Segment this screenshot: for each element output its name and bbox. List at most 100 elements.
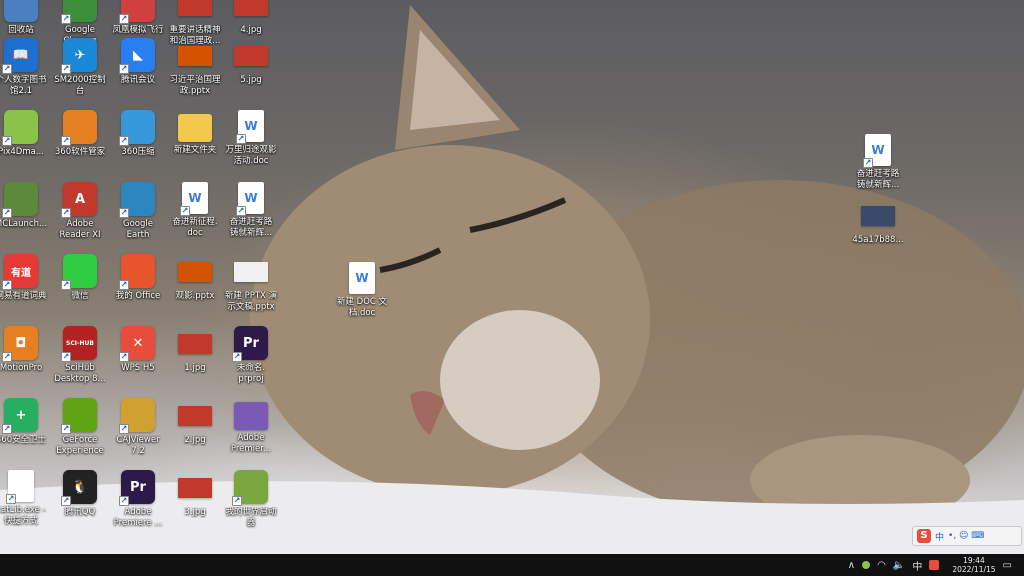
chrome-icon: ↗ bbox=[61, 0, 97, 24]
desktop-icon-unnamed-prproj[interactable]: Pr ↗ 未命名. prproj bbox=[216, 326, 286, 398]
desktop-icon-wanli-doc[interactable]: W ↗ 万里归途观影 活动.doc bbox=[216, 110, 286, 182]
img-45a17b-icon bbox=[861, 206, 895, 226]
shortcut-arrow-icon: ↗ bbox=[2, 64, 12, 74]
system-tray: ∧ ◠ 🔈 中 19:44 2022/11/15 ▭ bbox=[848, 556, 1024, 574]
catlib-icon: ↗ bbox=[6, 470, 34, 504]
fenjin-road-2-icon: W ↗ bbox=[863, 134, 891, 168]
xijinping-pptx-icon bbox=[178, 46, 212, 66]
img-45a17b-label: 45a17b88... bbox=[852, 235, 904, 245]
desktop-icon-minecraft[interactable]: ↗ 我的世界启动 器 bbox=[216, 470, 286, 542]
my-office-icon: ↗ bbox=[119, 254, 155, 290]
fenjin-road-label: 奋进赶考路 铸就新辉... bbox=[229, 217, 273, 238]
mclauncher-icon: ↗ bbox=[2, 182, 38, 218]
premiere-pro-icon: Pr ↗ bbox=[119, 470, 155, 506]
desktop-icon-new-doc[interactable]: W 新建 DOC 文 档.doc bbox=[327, 262, 397, 334]
new-pptx-label: 新建 PPTX 演 示文稿.pptx bbox=[224, 291, 278, 312]
jpg5-icon bbox=[234, 46, 268, 66]
shortcut-arrow-icon: ↗ bbox=[232, 496, 242, 506]
shortcut-arrow-icon: ↗ bbox=[61, 136, 71, 146]
recycle-icon bbox=[4, 0, 38, 22]
volume-icon[interactable]: 🔈 bbox=[893, 560, 905, 571]
shortcut-arrow-icon: ↗ bbox=[119, 14, 129, 24]
wanli-doc-label: 万里归途观影 活动.doc bbox=[225, 145, 277, 166]
shortcut-arrow-icon: ↗ bbox=[61, 496, 71, 506]
unnamed-prproj-icon: Pr ↗ bbox=[232, 326, 268, 362]
shortcut-arrow-icon: ↗ bbox=[863, 158, 873, 168]
shortcut-arrow-icon: ↗ bbox=[2, 352, 12, 362]
new-doc-label: 新建 DOC 文 档.doc bbox=[336, 297, 388, 318]
jpg1-icon bbox=[178, 334, 212, 354]
ime-tray-icon[interactable] bbox=[929, 560, 940, 570]
shortcut-arrow-icon: ↗ bbox=[2, 208, 12, 218]
taskbar: ∧ ◠ 🔈 中 19:44 2022/11/15 ▭ bbox=[0, 554, 1024, 576]
pix4d-icon: ↗ bbox=[2, 110, 38, 146]
wanli-doc-icon: W ↗ bbox=[236, 110, 264, 144]
shortcut-arrow-icon: ↗ bbox=[119, 64, 129, 74]
desktop-icon-fenjin-road[interactable]: W ↗ 奋进赶考路 铸就新辉... bbox=[216, 182, 286, 254]
shortcut-arrow-icon: ↗ bbox=[119, 280, 129, 290]
shortcut-arrow-icon: ↗ bbox=[61, 14, 71, 24]
shortcut-arrow-icon: ↗ bbox=[119, 208, 129, 218]
clock-date: 2022/11/15 bbox=[952, 565, 996, 574]
adobe-reader-icon: A ↗ bbox=[61, 182, 97, 218]
desktop-icon-img-45a17b[interactable]: 45a17b88... bbox=[843, 198, 913, 270]
shortcut-arrow-icon: ↗ bbox=[2, 424, 12, 434]
shortcut-arrow-icon: ↗ bbox=[61, 208, 71, 218]
new-doc-icon: W bbox=[349, 262, 375, 294]
desktop-icon-new-pptx[interactable]: 新建 PPTX 演 示文稿.pptx bbox=[216, 254, 286, 326]
status-dot-icon[interactable] bbox=[862, 561, 871, 569]
shortcut-arrow-icon: ↗ bbox=[236, 206, 246, 216]
fenjin-road-2-label: 奋进赶考路 铸就新辉... bbox=[856, 169, 900, 190]
show-hidden-icons-chevron-icon[interactable]: ∧ bbox=[848, 560, 855, 571]
jpg3-icon bbox=[178, 478, 212, 498]
shortcut-arrow-icon: ↗ bbox=[119, 424, 129, 434]
shortcut-arrow-icon: ↗ bbox=[119, 496, 129, 506]
shortcut-arrow-icon: ↗ bbox=[2, 280, 12, 290]
minecraft-label: 我的世界启动 器 bbox=[225, 507, 277, 528]
personal-lib-icon: 📖 ↗ bbox=[2, 38, 38, 74]
shortcut-arrow-icon: ↗ bbox=[2, 136, 12, 146]
360zip-icon: ↗ bbox=[119, 110, 155, 146]
youdao-icon: 有道 ↗ bbox=[2, 254, 38, 290]
shortcut-arrow-icon: ↗ bbox=[236, 134, 246, 144]
shortcut-arrow-icon: ↗ bbox=[61, 352, 71, 362]
unnamed-prproj-label: 未命名. prproj bbox=[236, 363, 266, 384]
fenjin-doc-icon: W ↗ bbox=[180, 182, 208, 216]
fenghuang-icon: ↗ bbox=[119, 0, 155, 24]
fenjin-road-icon: W ↗ bbox=[236, 182, 264, 216]
input-lang-indicator[interactable]: 中 bbox=[912, 558, 922, 573]
adobe-premier-icon bbox=[234, 402, 268, 430]
desktop-icon-adobe-premier[interactable]: Adobe Premier... bbox=[216, 398, 286, 470]
guanying-pptx-icon bbox=[178, 262, 212, 282]
ime-symbols[interactable]: •, ☺ ⌨ bbox=[948, 531, 984, 541]
wechat-icon: ↗ bbox=[61, 254, 97, 290]
minecraft-icon: ↗ bbox=[232, 470, 268, 506]
notification-icon[interactable]: ▭ bbox=[1003, 560, 1012, 571]
jpg5-label: 5.jpg bbox=[240, 75, 262, 85]
new-pptx-icon bbox=[234, 262, 268, 282]
360mgr-icon: ↗ bbox=[61, 110, 97, 146]
360safe-icon: + ↗ bbox=[2, 398, 38, 434]
ime-lang-label[interactable]: 中 bbox=[935, 530, 944, 543]
jpg4-icon bbox=[234, 0, 268, 16]
ime-status-bar[interactable]: S 中 •, ☺ ⌨ bbox=[912, 526, 1022, 546]
sogou-ime-icon[interactable]: S bbox=[917, 529, 931, 543]
desktop-icon-fenjin-road-2[interactable]: W ↗ 奋进赶考路 铸就新辉... bbox=[843, 134, 913, 206]
shortcut-arrow-icon: ↗ bbox=[119, 136, 129, 146]
shortcut-arrow-icon: ↗ bbox=[180, 206, 190, 216]
cajviewer-icon: ↗ bbox=[119, 398, 155, 434]
shortcut-arrow-icon: ↗ bbox=[119, 352, 129, 362]
shortcut-arrow-icon: ↗ bbox=[61, 64, 71, 74]
desktop-icon-jpg5[interactable]: 5.jpg bbox=[216, 38, 286, 110]
shortcut-arrow-icon: ↗ bbox=[61, 280, 71, 290]
qq-icon: 🐧 ↗ bbox=[61, 470, 97, 506]
geforce-icon: ↗ bbox=[61, 398, 97, 434]
clock-time: 19:44 bbox=[963, 556, 985, 565]
tencent-meeting-icon: ◣ ↗ bbox=[119, 38, 155, 74]
clock[interactable]: 19:44 2022/11/15 bbox=[952, 556, 995, 574]
newfolder-icon bbox=[178, 114, 212, 142]
wifi-icon[interactable]: ◠ bbox=[877, 560, 886, 571]
sm2000-icon: ✈ ↗ bbox=[61, 38, 97, 74]
shortcut-arrow-icon: ↗ bbox=[61, 424, 71, 434]
wps-icon: ✕ ↗ bbox=[119, 326, 155, 362]
